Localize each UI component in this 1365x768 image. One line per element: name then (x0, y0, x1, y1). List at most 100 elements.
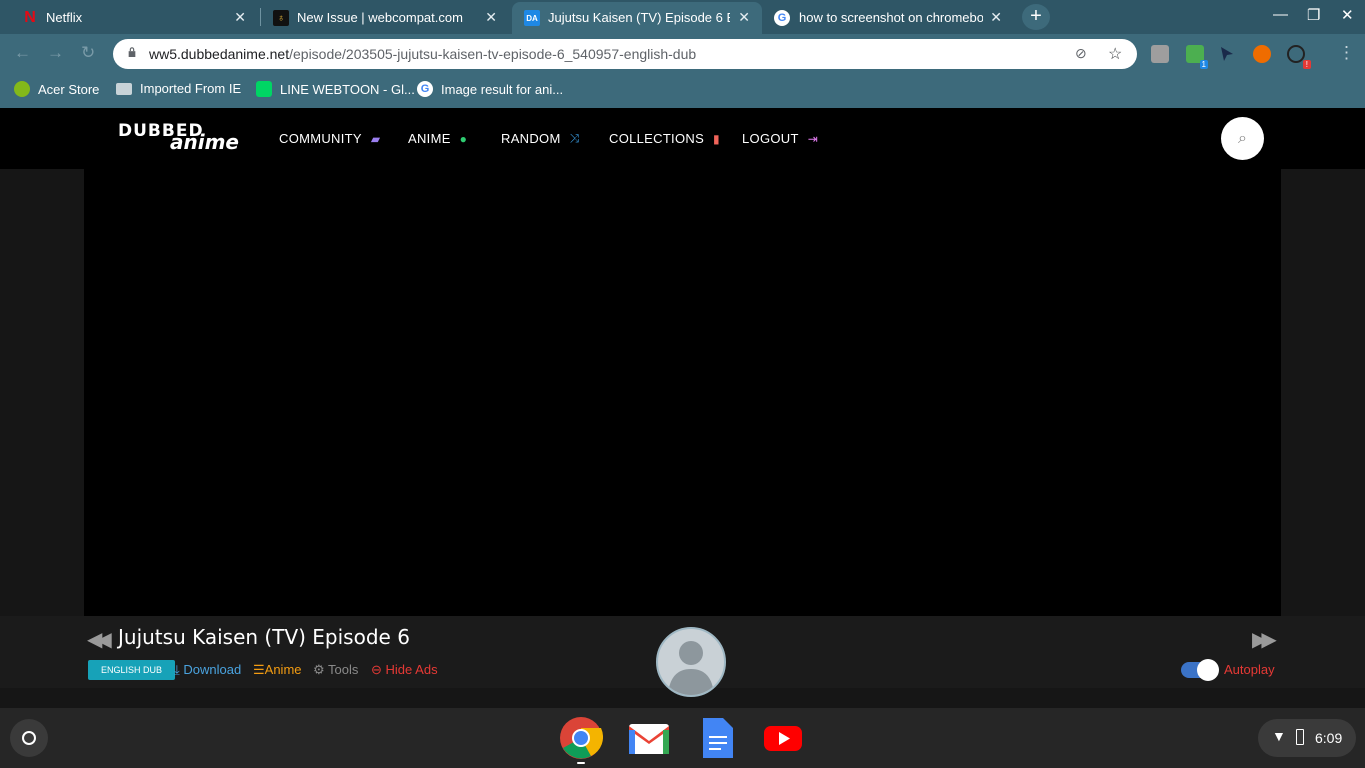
hide-ads-link[interactable]: ⊖ Hide Ads (371, 662, 438, 678)
dubbedanime-icon: DA (524, 10, 540, 26)
extension-icon[interactable]: ! (1287, 45, 1311, 69)
extension-icon[interactable] (1151, 45, 1169, 63)
close-icon[interactable]: ✕ (485, 9, 497, 26)
google-icon: G (417, 81, 433, 97)
nav-collections[interactable]: COLLECTIONS ▮ (609, 131, 720, 146)
close-icon[interactable]: ✕ (990, 9, 1002, 26)
user-avatar[interactable] (656, 627, 726, 697)
url-host: ww5.dubbedanime.net (149, 46, 290, 62)
browser-toolbar: ← → ↻ ww5.dubbedanime.net/episode/203505… (0, 34, 1365, 74)
webtoon-icon (256, 81, 272, 97)
youtube-icon[interactable] (761, 716, 805, 760)
download-link[interactable]: ⤓ Download (174, 662, 241, 678)
nav-community[interactable]: COMMUNITY ▰ (279, 131, 380, 146)
language-badge: ENGLISH DUB (88, 660, 176, 680)
tab-dubbedanime[interactable]: DA Jujutsu Kaisen (TV) Episode 6 En ✕ (512, 2, 762, 34)
bookmark-label: Imported From IE (140, 81, 242, 96)
forward-icon[interactable]: → (47, 43, 64, 63)
acer-icon (14, 81, 30, 97)
clock-time: 6:09 (1315, 730, 1343, 746)
bookmark-label: LINE WEBTOON - Gl... (280, 81, 415, 97)
tab-google-search[interactable]: G how to screenshot on chromeboo ✕ (762, 2, 1014, 34)
tab-webcompat[interactable]: ♁ New Issue | webcompat.com ✕ (251, 2, 509, 34)
tab-title: how to screenshot on chromeboo (799, 10, 983, 25)
launcher-icon (22, 731, 36, 745)
os-shelf: ▼ 6:09 (0, 708, 1365, 768)
episode-title: Jujutsu Kaisen (TV) Episode 6 (118, 625, 410, 649)
launcher-button[interactable] (10, 719, 48, 757)
status-tray[interactable]: ▼ 6:09 (1258, 719, 1356, 757)
bookmark-line-webtoon[interactable]: LINE WEBTOON - Gl... (256, 81, 415, 97)
webcompat-icon: ♁ (273, 10, 289, 26)
shuffle-icon: ⤨ (569, 131, 580, 145)
next-episode-icon[interactable]: ▶▶ (1252, 627, 1277, 652)
autoplay-label: Autoplay (1224, 662, 1275, 677)
window-close-icon[interactable]: ✕ (1341, 6, 1354, 24)
toggle-knob (1197, 659, 1219, 681)
nav-label: ANIME (408, 131, 451, 146)
cookie-blocked-icon[interactable]: ⊘ (1075, 45, 1087, 62)
video-section (0, 169, 1365, 616)
download-icon: ⤓ (174, 662, 180, 677)
tab-netflix[interactable]: N Netflix ✕ (0, 2, 258, 34)
minimize-icon[interactable]: — (1273, 6, 1288, 23)
extension-badge: 1 (1199, 60, 1208, 69)
extension-icon[interactable]: 1 (1186, 45, 1208, 69)
nav-label: COMMUNITY (279, 131, 362, 146)
menu-icon[interactable]: ⋮ (1338, 43, 1355, 63)
extension-icon[interactable] (1253, 45, 1271, 63)
folder-icon (116, 82, 132, 95)
wifi-icon: ▼ (1272, 728, 1286, 744)
close-icon[interactable]: ✕ (738, 9, 750, 26)
nav-random[interactable]: RANDOM ⤨ (501, 131, 579, 146)
cursor-icon[interactable] (1220, 46, 1234, 62)
close-icon[interactable]: ✕ (234, 9, 246, 26)
bookmark-label: Acer Store (38, 81, 100, 97)
address-bar[interactable]: ww5.dubbedanime.net/episode/203505-jujut… (113, 39, 1137, 69)
nav-label: COLLECTIONS (609, 131, 705, 146)
gmail-icon[interactable] (627, 716, 671, 760)
action-label: Anime (264, 662, 302, 677)
search-icon: ⌕ (1238, 130, 1247, 147)
bookmark-acer-store[interactable]: Acer Store (14, 81, 99, 97)
reload-icon[interactable]: ↻ (81, 43, 95, 63)
docs-icon[interactable] (695, 716, 739, 760)
battery-icon (1296, 729, 1304, 745)
maximize-icon[interactable]: ❐ (1307, 6, 1320, 24)
action-label: Tools (328, 662, 359, 677)
tab-title: Netflix (46, 10, 83, 25)
tab-title: New Issue | webcompat.com (297, 10, 463, 25)
netflix-icon: N (24, 9, 36, 26)
gears-icon: ⚙ (313, 662, 325, 677)
tab-strip: N Netflix ✕ ♁ New Issue | webcompat.com … (0, 0, 1365, 34)
browser-chrome: N Netflix ✕ ♁ New Issue | webcompat.com … (0, 0, 1365, 108)
tab-title: Jujutsu Kaisen (TV) Episode 6 En (548, 10, 730, 25)
url-path: /episode/203505-jujutsu-kaisen-tv-episod… (289, 46, 697, 62)
bookmark-icon: ▮ (713, 131, 720, 146)
site-logo[interactable]: DUBBED anime (118, 123, 239, 154)
logo-line2: anime (170, 130, 239, 154)
url-text: ww5.dubbedanime.net/episode/203505-jujut… (149, 46, 696, 62)
chrome-icon[interactable] (559, 716, 603, 760)
bookmark-star-icon[interactable]: ☆ (1108, 44, 1122, 64)
minus-circle-icon: ⊖ (371, 662, 382, 677)
tools-link[interactable]: ⚙ Tools (313, 662, 358, 678)
site-search-button[interactable]: ⌕ (1221, 117, 1264, 160)
previous-episode-icon[interactable]: ◀◀ (87, 627, 112, 652)
video-player[interactable] (84, 169, 1281, 616)
anime-link[interactable]: ☰Anime (253, 662, 302, 678)
nav-logout[interactable]: LOGOUT ⇥ (742, 131, 818, 146)
logout-icon: ⇥ (807, 131, 819, 146)
action-label: Download (183, 662, 242, 677)
bookmark-image-result[interactable]: G Image result for ani... (417, 81, 563, 97)
active-app-indicator (577, 762, 585, 764)
comment-icon: ▰ (370, 131, 381, 146)
bookmark-label: Image result for ani... (441, 81, 564, 97)
new-tab-button[interactable]: + (1022, 4, 1050, 30)
bookmark-imported-from-ie[interactable]: Imported From IE (116, 81, 241, 96)
lock-icon (128, 47, 136, 57)
back-icon[interactable]: ← (14, 43, 31, 63)
nav-anime[interactable]: ANIME ● (408, 131, 467, 146)
autoplay-toggle[interactable] (1181, 659, 1219, 681)
extension-alert-badge: ! (1302, 60, 1311, 69)
